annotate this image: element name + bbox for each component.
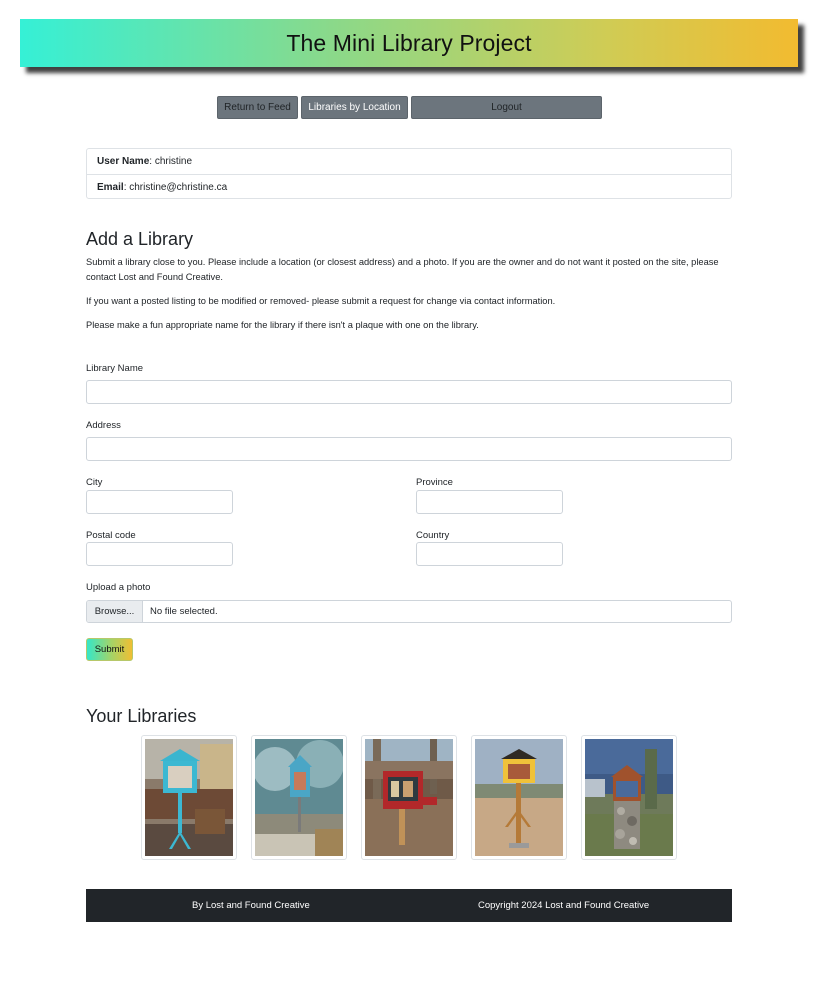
user-email-row: Email: christine@christine.ca [87,174,731,199]
nav-bar: Return to Feed Libraries by Location Log… [217,96,602,119]
upload-photo-label: Upload a photo [86,582,151,593]
add-library-intro: Submit a library close to you. Please in… [86,257,719,282]
library-thumbnail[interactable] [361,735,457,860]
library-thumbnail[interactable] [581,735,677,860]
province-input[interactable] [416,490,563,514]
browse-button[interactable]: Browse... [87,601,143,622]
footer-credit: By Lost and Found Creative [192,900,310,911]
footer-copyright: Copyright 2024 Lost and Found Creative [478,900,650,911]
snowy-blue-library-photo [255,739,343,856]
province-label: Province [416,477,453,488]
photo-file-input[interactable]: Browse... No file selected. [86,600,732,623]
address-label: Address [86,420,121,431]
address-input[interactable] [86,437,732,461]
country-label: Country [416,530,450,541]
libraries-by-location-button[interactable]: Libraries by Location [301,96,408,119]
library-thumbnail[interactable] [141,735,237,860]
user-email-label: Email [97,181,124,193]
yellow-library-photo [475,739,563,856]
logout-button[interactable]: Logout [411,96,602,119]
user-info-card: User Name: christine Email: christine@ch… [86,148,732,199]
submit-button[interactable]: Submit [86,638,133,661]
library-thumbnail[interactable] [471,735,567,860]
user-name-row: User Name: christine [87,149,731,174]
site-header: The Mini Library Project [20,19,798,67]
file-status-text: No file selected. [150,606,218,617]
your-libraries-heading: Your Libraries [86,706,197,726]
library-name-label: Library Name [86,363,144,374]
country-input[interactable] [416,542,563,566]
postal-code-input[interactable] [86,542,233,566]
blue-library-photo [145,739,233,856]
add-library-naming-note: Please make a fun appropriate name for t… [86,320,479,330]
red-library-photo [365,739,453,856]
user-name-label: User Name [97,156,150,167]
user-email-value: : christine@christine.ca [123,181,228,193]
city-input[interactable] [86,490,233,514]
add-library-heading: Add a Library [86,229,194,249]
stone-base-library-photo [585,739,673,856]
add-library-change-note: If you want a posted listing to be modif… [86,296,556,306]
site-title: The Mini Library Project [286,29,532,56]
site-footer: By Lost and Found Creative Copyright 202… [86,889,732,922]
return-to-feed-button[interactable]: Return to Feed [217,96,298,119]
city-label: City [86,477,103,488]
user-name-value: : christine [149,156,193,167]
library-thumbnail[interactable] [251,735,347,860]
postal-code-label: Postal code [86,530,136,541]
library-name-input[interactable] [86,380,732,404]
library-thumbnails [141,735,677,860]
